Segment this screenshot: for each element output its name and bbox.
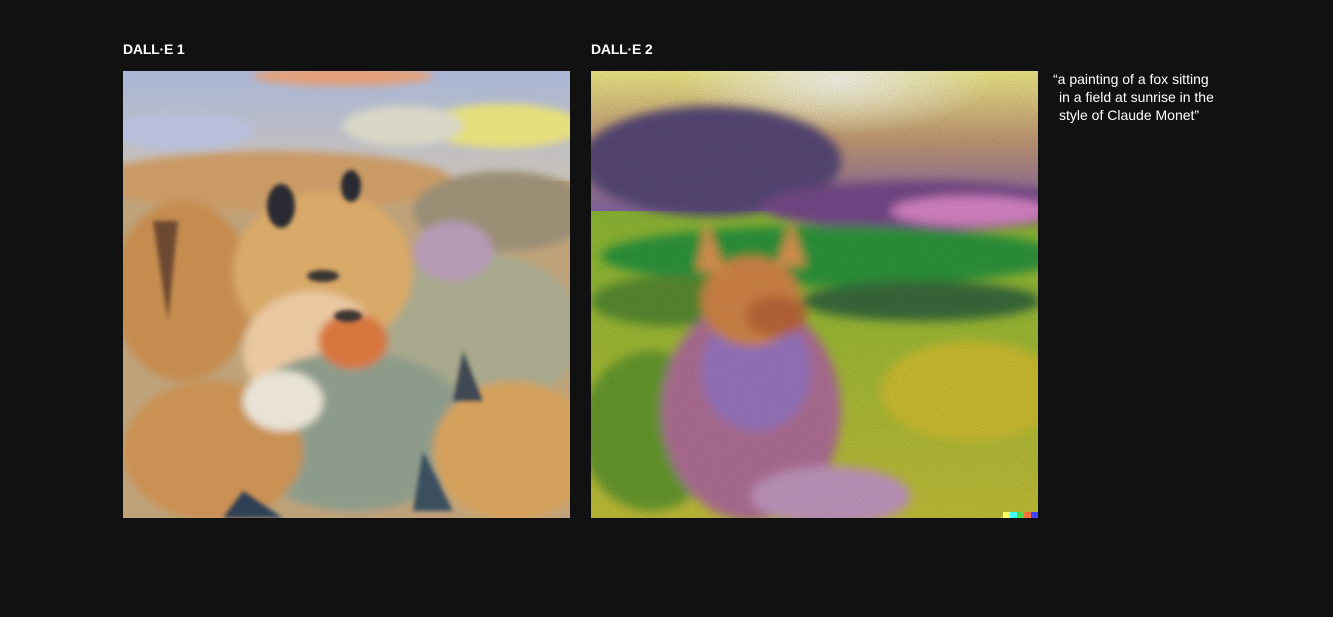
dalle2-label: DALL·E 2 [591,41,653,57]
watermark-swatch [1010,512,1017,518]
watermark-swatch [1031,512,1038,518]
watermark-swatch [1017,512,1024,518]
watermark-swatch [1024,512,1031,518]
dalle1-label: DALL·E 1 [123,41,185,57]
prompt-caption: “a painting of a fox sitting in a field … [1053,70,1228,124]
prompt-line-2: in a field at sunrise in the [1059,89,1214,105]
prompt-line-3: style of Claude Monet” [1059,107,1200,123]
dalle2-fox-image [591,71,1038,518]
watermark-swatch [1003,512,1010,518]
comparison-figure: DALL·E 1 DALL·E 2 “a painting of a fox s… [0,0,1333,617]
dalle1-fox-image [123,71,570,518]
dalle-watermark [1003,512,1038,518]
prompt-line-1: “a painting of a fox sitting [1053,71,1209,87]
